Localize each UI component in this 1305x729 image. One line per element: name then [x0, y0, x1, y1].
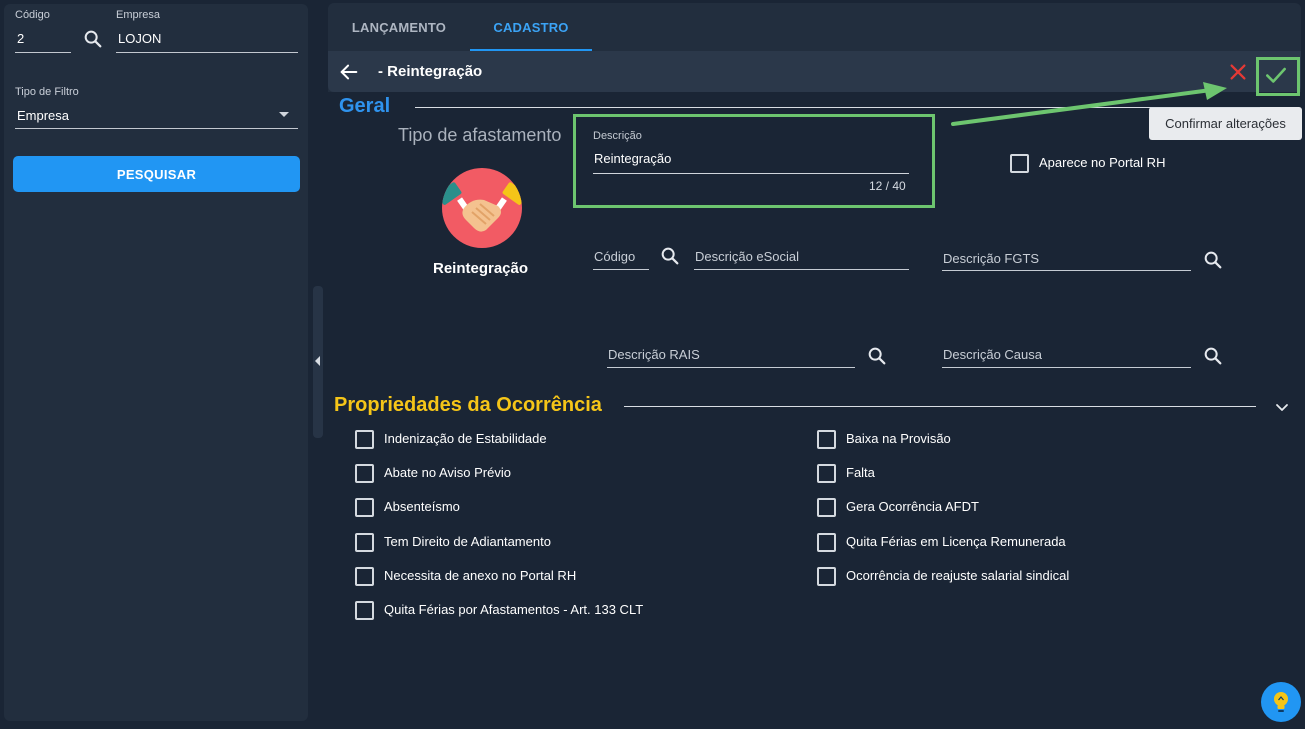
codigo-field-underline — [593, 269, 649, 270]
lightbulb-icon — [1274, 692, 1288, 712]
tab-cadastro[interactable]: CADASTRO — [470, 3, 592, 51]
tab-cadastro-label: CADASTRO — [493, 19, 569, 35]
search-icon[interactable] — [659, 245, 681, 267]
prop-checkbox[interactable] — [817, 567, 836, 586]
chevron-down-icon[interactable] — [279, 112, 289, 117]
empresa-underline — [116, 52, 298, 53]
search-icon[interactable] — [866, 345, 888, 367]
handshake-icon[interactable] — [442, 168, 522, 248]
descricao-underline — [593, 173, 909, 174]
fgts-field-underline — [942, 270, 1191, 271]
rais-field-underline — [607, 367, 855, 368]
prop-label: Ocorrência de reajuste salarial sindical — [846, 568, 1070, 583]
search-icon[interactable] — [82, 28, 104, 50]
page-title: - Reintegração — [378, 63, 483, 80]
prop-checkbox[interactable] — [817, 498, 836, 517]
chevron-down-icon[interactable] — [1275, 401, 1289, 415]
prop-label: Baixa na Provisão — [846, 431, 951, 446]
prop-label: Absenteísmo — [384, 499, 460, 514]
prop-checkbox[interactable] — [817, 533, 836, 552]
prop-label: Quita Férias por Afastamentos - Art. 133… — [384, 602, 644, 617]
tipo-filtro-select[interactable]: Empresa — [17, 108, 69, 123]
aparece-portal-checkbox[interactable] — [1010, 154, 1029, 173]
prop-checkbox[interactable] — [355, 601, 374, 620]
esocial-field-label[interactable]: Descrição eSocial — [695, 249, 799, 264]
filter-panel: Código 2 Empresa LOJON Tipo de Filtro Em… — [4, 4, 308, 721]
prop-label: Indenização de Estabilidade — [384, 431, 547, 446]
prop-checkbox[interactable] — [355, 498, 374, 517]
section-propriedades-divider — [624, 406, 1256, 407]
prop-checkbox[interactable] — [355, 464, 374, 483]
codigo-input[interactable]: 2 — [17, 31, 24, 46]
prop-label: Falta — [846, 465, 875, 480]
prop-checkbox[interactable] — [355, 430, 374, 449]
back-arrow-icon[interactable] — [338, 61, 360, 83]
codigo-label: Código — [15, 9, 50, 21]
prop-label: Necessita de anexo no Portal RH — [384, 568, 577, 583]
causa-field-label[interactable]: Descrição Causa — [943, 347, 1042, 362]
tipo-filtro-label: Tipo de Filtro — [15, 86, 79, 98]
section-propriedades-title: Propriedades da Ocorrência — [334, 394, 602, 416]
prop-checkbox[interactable] — [355, 533, 374, 552]
check-icon[interactable] — [1263, 62, 1289, 88]
prop-label: Abate no Aviso Prévio — [384, 465, 511, 480]
empresa-input[interactable]: LOJON — [118, 31, 161, 46]
prop-label: Tem Direito de Adiantamento — [384, 534, 551, 549]
descricao-input[interactable]: Reintegração — [594, 151, 671, 166]
prop-checkbox[interactable] — [817, 430, 836, 449]
descricao-label: Descrição — [593, 130, 642, 142]
tab-lancamento[interactable]: LANÇAMENTO — [328, 3, 470, 51]
codigo-underline — [15, 52, 71, 53]
main-header: LANÇAMENTO CADASTRO - Reintegração — [328, 3, 1301, 96]
logo-caption: Reintegração — [433, 260, 529, 277]
collapse-panel-handle[interactable] — [313, 286, 323, 438]
collapse-arrow-icon — [315, 356, 320, 366]
annotation-arrow — [951, 82, 1227, 126]
tipo-afastamento-label: Tipo de afastamento — [398, 125, 562, 145]
prop-label: Quita Férias em Licença Remunerada — [846, 534, 1066, 549]
fgts-field-label[interactable]: Descrição FGTS — [943, 251, 1039, 266]
causa-field-underline — [942, 367, 1191, 368]
codigo-field-label[interactable]: Código — [594, 249, 635, 264]
descricao-char-counter: 12 / 40 — [869, 179, 906, 193]
aparece-portal-label: Aparece no Portal RH — [1039, 155, 1166, 170]
empresa-label: Empresa — [116, 9, 161, 21]
help-button[interactable] — [1261, 682, 1301, 722]
esocial-field-underline — [694, 269, 909, 270]
tipo-filtro-underline — [15, 128, 298, 129]
prop-label: Gera Ocorrência AFDT — [846, 499, 979, 514]
prop-checkbox[interactable] — [355, 567, 374, 586]
section-geral-title: Geral — [339, 95, 391, 117]
rais-field-label[interactable]: Descrição RAIS — [608, 347, 700, 362]
prop-checkbox[interactable] — [817, 464, 836, 483]
search-icon[interactable] — [1202, 249, 1224, 271]
pesquisar-button[interactable]: PESQUISAR — [13, 156, 300, 192]
search-icon[interactable] — [1202, 345, 1224, 367]
